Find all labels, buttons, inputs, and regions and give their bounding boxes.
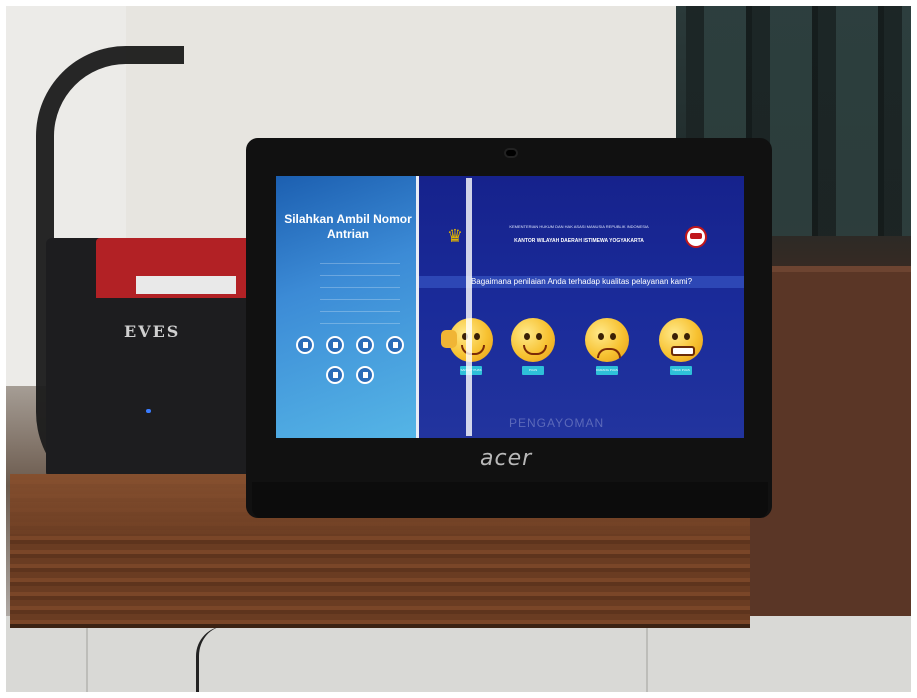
printer-power-led [146, 409, 151, 413]
rating-button-less-satisfied[interactable]: KURANG PUAS [596, 366, 618, 375]
queue-service-button[interactable] [386, 336, 404, 354]
photo-frame: EVES acer Silahkan Ambil Nomor Antrian ♛… [6, 6, 911, 692]
queue-title: Silahkan Ambil Nomor Antrian [284, 212, 412, 241]
laptop-base [252, 482, 768, 518]
queue-service-button[interactable] [326, 336, 344, 354]
queue-service-button[interactable] [356, 366, 374, 384]
queue-panel: Silahkan Ambil Nomor Antrian [276, 176, 416, 438]
garuda-emblem-icon: ♛ [446, 226, 464, 246]
pengayoman-watermark: PENGAYOMAN [509, 416, 605, 430]
screen-glare [466, 178, 472, 436]
webcam [506, 150, 516, 156]
happy-smiley-icon[interactable] [511, 318, 555, 362]
queue-service-button[interactable] [296, 336, 314, 354]
grimace-smiley-icon[interactable] [659, 318, 703, 362]
queue-service-button[interactable] [326, 366, 344, 384]
pengayoman-logo-icon [685, 226, 707, 248]
power-cable [196, 626, 259, 692]
ministry-name: KEMENTERIAN HUKUM DAN HAK ASASI MANUSIA … [509, 224, 649, 229]
rating-button-not-satisfied[interactable]: TIDAK PUAS [670, 366, 692, 375]
printer-paper-slot [136, 276, 236, 294]
sad-smiley-icon[interactable] [585, 318, 629, 362]
rating-button-satisfied[interactable]: PUAS [522, 366, 544, 375]
queue-service-button[interactable] [356, 336, 374, 354]
laptop-brand: acer [480, 446, 533, 471]
printer-brand: EVES [124, 322, 181, 341]
kiosk-screen: Silahkan Ambil Nomor Antrian ♛ KEMENTERI… [276, 176, 744, 438]
queue-service-list [320, 252, 400, 335]
office-name: KANTOR WILAYAH DAERAH ISTIMEWA YOGYAKART… [514, 238, 644, 244]
